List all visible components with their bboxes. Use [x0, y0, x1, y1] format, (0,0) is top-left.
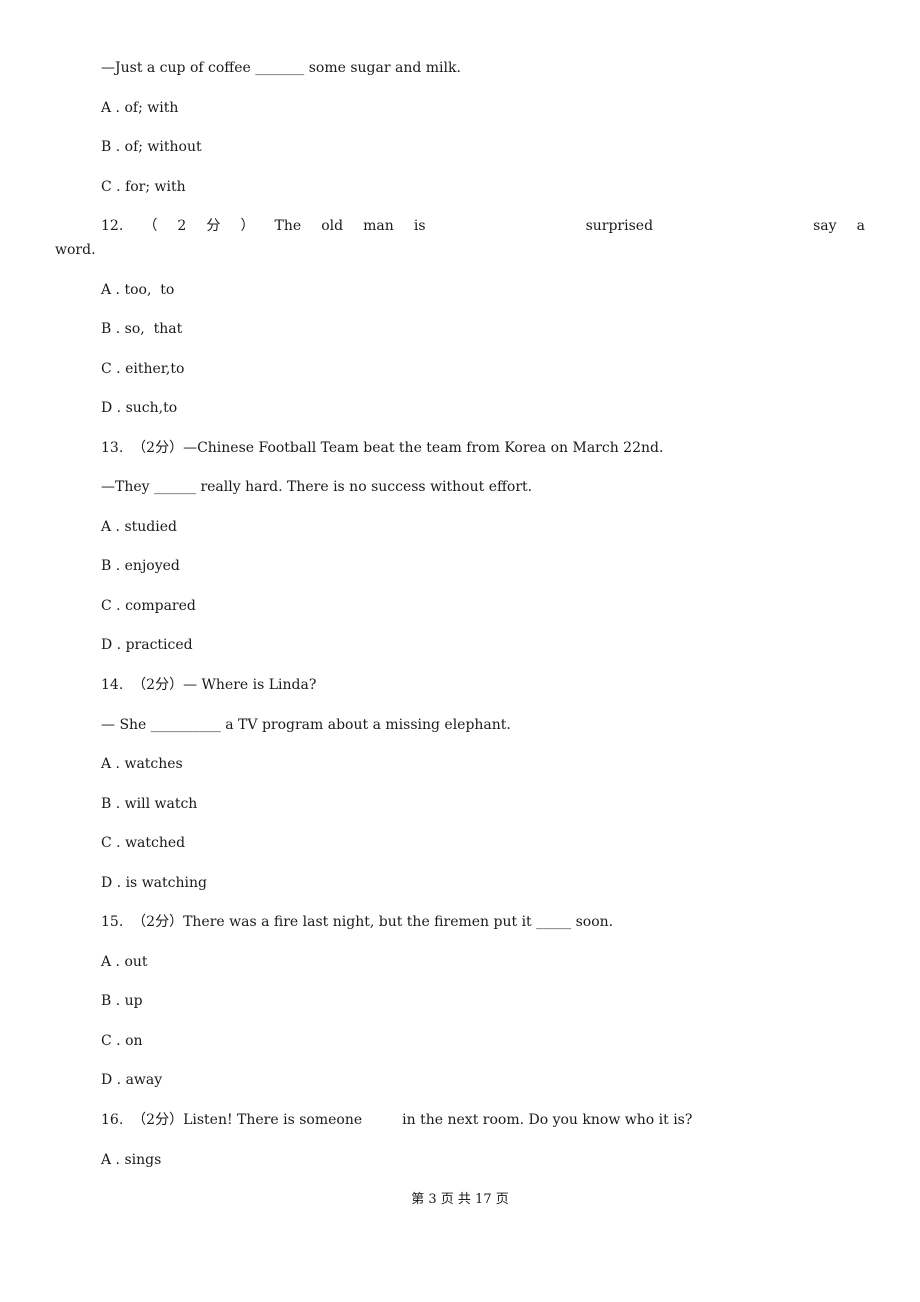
question-14-line2: — She __________ a TV program about a mi…	[101, 717, 511, 733]
option-a: A . watches	[101, 756, 183, 772]
option-b: B . will watch	[101, 796, 198, 812]
option-d: D . practiced	[101, 637, 193, 653]
page-footer: 第 3 页 共 17 页	[411, 1192, 509, 1207]
option-b: B . enjoyed	[101, 558, 180, 574]
q12-word: surprised	[585, 218, 654, 234]
question-12-stem: 12. （ 2 分 ） The old man is surprised say…	[101, 217, 865, 235]
option-b: B . so, that	[101, 321, 183, 337]
option-a: A . of; with	[101, 100, 179, 116]
question-14-stem: 14. （2分）— Where is Linda?	[101, 677, 317, 693]
q12-word: （	[143, 218, 158, 234]
option-b: B . of; without	[101, 139, 202, 155]
q12-word: is	[413, 218, 426, 234]
option-a: A . too, to	[101, 282, 175, 298]
option-d: D . is watching	[101, 875, 207, 891]
q12-word: a	[856, 218, 865, 234]
q12-word: 12.	[101, 218, 124, 234]
option-b: B . up	[101, 993, 143, 1009]
question-13-stem: 13. （2分）—Chinese Football Team beat the …	[101, 440, 664, 456]
question-13-line2: —They ______ really hard. There is no su…	[101, 479, 533, 495]
option-c: C . compared	[101, 598, 196, 614]
option-c: C . watched	[101, 835, 186, 851]
option-d: D . away	[101, 1072, 163, 1088]
option-c: C . either,to	[101, 361, 185, 377]
q12-word: The	[274, 218, 302, 234]
q12-word: old	[321, 218, 344, 234]
option-d: D . such,to	[101, 400, 178, 416]
q12-word: 分	[206, 218, 221, 234]
question-16-stem: 16. （2分）Listen! There is someone in the …	[101, 1112, 693, 1128]
option-c: C . on	[101, 1033, 143, 1049]
option-a: A . studied	[101, 519, 177, 535]
question-12-wrap: word.	[55, 242, 96, 258]
q12-word: ）	[240, 218, 255, 234]
q12-word: say	[813, 218, 837, 234]
option-a: A . out	[101, 954, 148, 970]
question-15-stem: 15. （2分）There was a fire last night, but…	[101, 914, 614, 930]
option-a: A . sings	[101, 1152, 162, 1168]
option-c: C . for; with	[101, 179, 186, 195]
question-11-reply: —Just a cup of coffee _______ some sugar…	[101, 60, 461, 76]
q12-word: 2	[177, 218, 187, 234]
q12-word: man	[363, 218, 394, 234]
